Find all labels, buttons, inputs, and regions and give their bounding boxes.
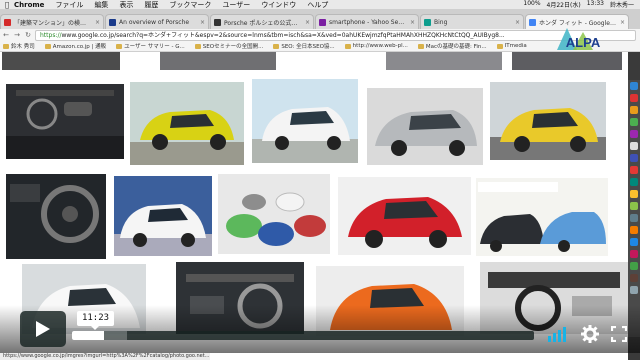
folder-icon xyxy=(3,43,9,49)
app-icon[interactable] xyxy=(630,154,638,162)
app-icon[interactable] xyxy=(630,202,638,210)
tab-favicon-icon xyxy=(529,18,536,26)
image-result[interactable] xyxy=(386,52,502,70)
image-result[interactable] xyxy=(130,82,244,165)
close-icon[interactable]: × xyxy=(515,19,520,26)
app-icon[interactable] xyxy=(630,214,638,222)
image-result[interactable] xyxy=(6,84,124,159)
bookmark-item[interactable]: Macの基礎の基礎: Fin... xyxy=(417,42,487,50)
close-icon[interactable]: × xyxy=(410,19,415,26)
back-icon[interactable]: ← xyxy=(2,31,10,39)
bookmark-item[interactable]: 鈴木 秀司 xyxy=(3,42,35,50)
tab-strip: 「建築マンション」の検索結果 × An overview of Porsche × … xyxy=(0,9,640,29)
app-icon[interactable] xyxy=(630,178,638,186)
image-result[interactable] xyxy=(218,174,330,254)
app-icon[interactable] xyxy=(630,142,638,150)
image-result[interactable] xyxy=(2,52,120,70)
image-result[interactable] xyxy=(338,177,471,255)
app-icon[interactable] xyxy=(630,238,638,246)
tab-favicon-icon xyxy=(424,18,431,26)
status-url-bubble: https://www.google.co.jp/imgres?imgurl=h… xyxy=(0,353,210,360)
image-result[interactable] xyxy=(512,52,622,70)
folder-icon xyxy=(44,43,51,49)
bookmark-item[interactable]: http://www.web-pl... xyxy=(344,43,408,49)
app-icon[interactable] xyxy=(630,250,638,258)
video-control-icons xyxy=(541,322,633,346)
play-icon xyxy=(36,321,50,337)
app-icon[interactable] xyxy=(630,106,638,114)
play-button[interactable] xyxy=(20,311,66,347)
app-icon[interactable] xyxy=(630,262,638,270)
folder-icon xyxy=(344,43,351,49)
app-icon[interactable] xyxy=(630,130,638,138)
finder-icon[interactable] xyxy=(630,82,638,90)
folder-icon xyxy=(273,43,280,49)
close-icon[interactable]: × xyxy=(620,19,625,26)
app-icon[interactable] xyxy=(630,226,638,234)
progress-played xyxy=(72,331,105,340)
close-icon[interactable]: × xyxy=(200,19,205,26)
mac-dock xyxy=(628,80,640,337)
tab-favicon-icon xyxy=(109,18,116,26)
image-result[interactable] xyxy=(476,178,608,256)
tab-favicon-icon xyxy=(319,18,326,26)
folder-icon xyxy=(194,43,201,49)
menubar-status: 100% 4月22日(水) 13:33 鈴木秀一 xyxy=(523,0,640,9)
bookmark-item[interactable]: SEO: 全日本SEO協... xyxy=(273,42,335,50)
close-icon[interactable]: × xyxy=(305,19,310,26)
app-icon[interactable] xyxy=(630,118,638,126)
tab-favicon-icon xyxy=(4,18,11,26)
folder-icon xyxy=(417,43,424,49)
url-input[interactable]: https://www.google.co.jp/search?q=ホンダ+フィ… xyxy=(35,29,636,41)
bookmark-item[interactable]: Amazon.co.jp | 通販 xyxy=(44,42,106,50)
folder-icon xyxy=(116,43,123,49)
apple-icon[interactable]:  xyxy=(0,1,14,9)
settings-icon[interactable] xyxy=(581,325,599,343)
trash-icon[interactable] xyxy=(630,286,638,294)
volume-icon[interactable] xyxy=(547,326,569,342)
battery-percent: 100% xyxy=(523,0,541,7)
svg-text:ALPA: ALPA xyxy=(566,35,601,50)
image-result[interactable] xyxy=(252,79,358,163)
app-icon[interactable] xyxy=(630,94,638,102)
image-result[interactable] xyxy=(114,176,212,256)
reload-icon[interactable]: ↻ xyxy=(24,31,32,39)
tab-1[interactable]: An overview of Porsche × xyxy=(105,14,209,29)
app-icon[interactable] xyxy=(630,274,638,282)
tab-2[interactable]: Porsche ポルシェの公式サイト × xyxy=(210,14,314,29)
bookmark-item[interactable]: SEOセミナーの全国開... xyxy=(194,42,263,50)
app-icon[interactable] xyxy=(630,190,638,198)
mac-menubar:  Chrome ファイル 編集 表示 履歴 ブックマーク ユーザー ウインドウ… xyxy=(0,0,640,9)
menu-app[interactable]: Chrome xyxy=(14,1,44,9)
image-result[interactable] xyxy=(160,52,276,70)
bookmark-item[interactable]: ITmedia xyxy=(496,43,527,49)
tab-3[interactable]: smartphone - Yahoo Search × xyxy=(315,14,419,29)
tab-4[interactable]: Bing × xyxy=(420,14,524,29)
timecode-tooltip: 11:23 xyxy=(77,311,114,330)
bookmark-item[interactable]: ユーザー サマリー - G... xyxy=(116,42,185,50)
bookmarks-bar: 鈴木 秀司 Amazon.co.jp | 通販 ユーザー サマリー - G...… xyxy=(0,41,640,52)
image-result[interactable] xyxy=(6,174,106,259)
address-bar-row: ← → ↻ https://www.google.co.jp/search?q=… xyxy=(0,29,640,41)
fullscreen-icon[interactable] xyxy=(611,326,627,342)
video-progress-bar[interactable] xyxy=(72,331,534,340)
app-icon[interactable] xyxy=(630,166,638,174)
menubar-user[interactable]: 鈴木秀一 xyxy=(610,0,634,9)
folder-icon xyxy=(496,43,503,49)
tab-favicon-icon xyxy=(214,18,221,26)
menubar-time: 13:33 xyxy=(586,0,604,7)
menubar-date: 4月22日(水) xyxy=(546,2,581,9)
image-result[interactable] xyxy=(490,82,606,160)
forward-icon[interactable]: → xyxy=(13,31,21,39)
image-result[interactable] xyxy=(367,88,483,165)
close-icon[interactable]: × xyxy=(95,19,100,26)
tab-0[interactable]: 「建築マンション」の検索結果 × xyxy=(0,14,104,29)
